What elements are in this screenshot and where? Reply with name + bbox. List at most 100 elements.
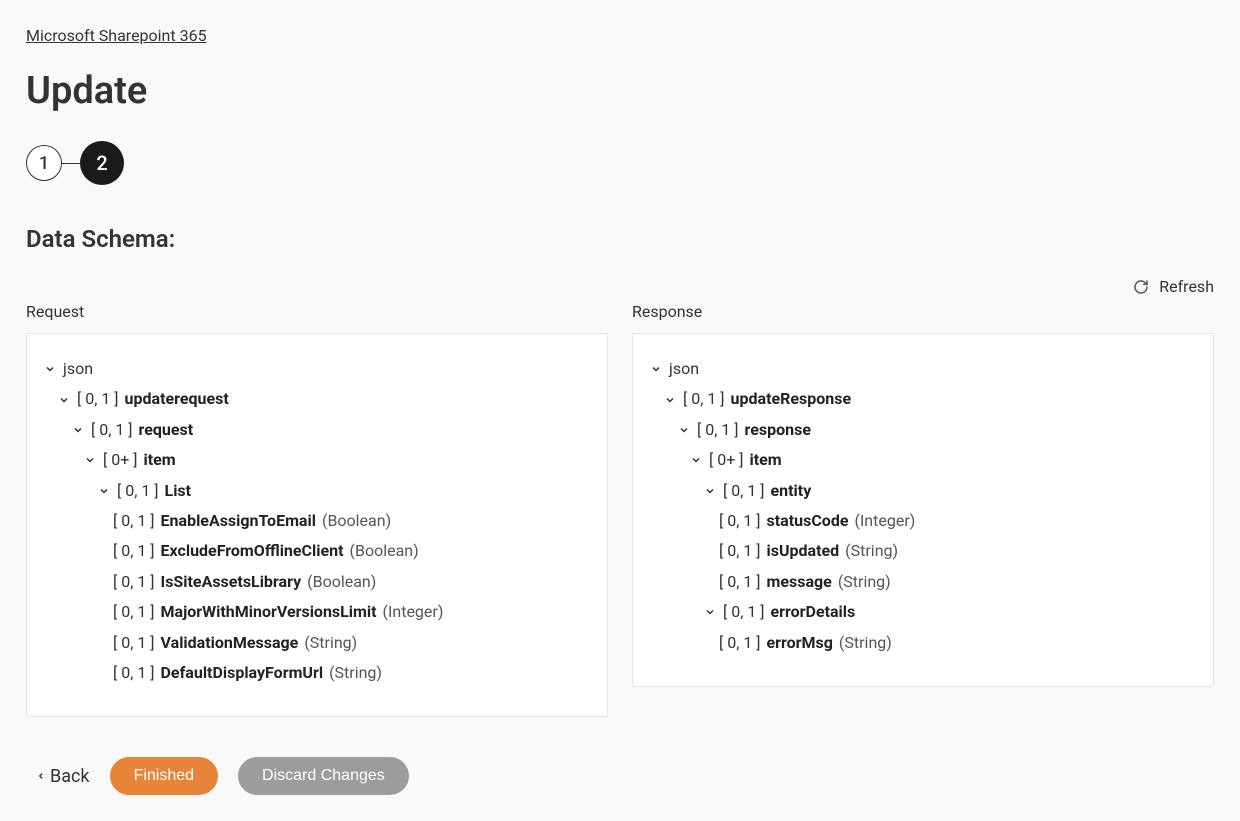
- response-panel: json [ 0, 1 ] updateResponse [ 0, 1 ] re…: [632, 333, 1214, 687]
- chevron-down-icon: [43, 362, 57, 376]
- tree-node-label: entity: [771, 476, 812, 506]
- tree-node-type: (String): [838, 567, 891, 597]
- tree-node-label: errorMsg: [767, 628, 833, 658]
- tree-node-cardinality: [ 0, 1 ]: [719, 628, 761, 658]
- tree-node-label: MajorWithMinorVersionsLimit: [161, 597, 377, 627]
- request-column: Request json [ 0, 1 ] updaterequest [: [26, 302, 608, 717]
- response-column-title: Response: [632, 302, 1214, 321]
- chevron-down-icon: [71, 423, 85, 437]
- tree-node-label: updaterequest: [125, 384, 229, 414]
- breadcrumb-link[interactable]: Microsoft Sharepoint 365: [26, 26, 207, 45]
- chevron-down-icon: [83, 453, 97, 467]
- section-title: Data Schema:: [26, 225, 1214, 253]
- tree-node-errordetails[interactable]: [ 0, 1 ] errorDetails: [649, 597, 1197, 627]
- tree-node-label: IsSiteAssetsLibrary: [161, 567, 302, 597]
- tree-node-json[interactable]: json: [649, 354, 1197, 384]
- tree-leaf[interactable]: [ 0, 1 ] ExcludeFromOfflineClient (Boole…: [43, 536, 591, 566]
- chevron-down-icon: [663, 393, 677, 407]
- chevron-left-icon: [36, 769, 46, 783]
- refresh-icon: [1133, 279, 1149, 295]
- tree-node-label: List: [165, 476, 192, 506]
- chevron-down-icon: [703, 605, 717, 619]
- tree-node-type: (String): [329, 658, 382, 688]
- tree-node-response[interactable]: [ 0, 1 ] response: [649, 415, 1197, 445]
- tree-node-type: (Boolean): [307, 567, 376, 597]
- tree-node-type: (String): [839, 628, 892, 658]
- tree-node-type: (String): [845, 536, 898, 566]
- tree-node-label: EnableAssignToEmail: [161, 506, 316, 536]
- back-label: Back: [50, 766, 90, 787]
- refresh-label: Refresh: [1159, 277, 1214, 296]
- tree-node-cardinality: [ 0, 1 ]: [113, 658, 155, 688]
- tree-node-label: DefaultDisplayFormUrl: [161, 658, 324, 688]
- tree-node-label: request: [139, 415, 194, 445]
- refresh-button[interactable]: Refresh: [26, 277, 1214, 296]
- tree-leaf[interactable]: [ 0, 1 ] statusCode (Integer): [649, 506, 1197, 536]
- tree-leaf[interactable]: [ 0, 1 ] MajorWithMinorVersionsLimit (In…: [43, 597, 591, 627]
- tree-node-cardinality: [ 0, 1 ]: [117, 476, 159, 506]
- tree-node-entity[interactable]: [ 0, 1 ] entity: [649, 476, 1197, 506]
- tree-node-label: isUpdated: [767, 536, 840, 566]
- tree-node-label: json: [669, 354, 699, 384]
- tree-node-label: ExcludeFromOfflineClient: [161, 536, 344, 566]
- tree-node-cardinality: [ 0, 1 ]: [683, 384, 725, 414]
- tree-node-cardinality: [ 0, 1 ]: [113, 628, 155, 658]
- tree-node-cardinality: [ 0, 1 ]: [113, 506, 155, 536]
- tree-node-list[interactable]: [ 0, 1 ] List: [43, 476, 591, 506]
- tree-leaf[interactable]: [ 0, 1 ] EnableAssignToEmail (Boolean): [43, 506, 591, 536]
- step-connector: [62, 163, 80, 164]
- tree-node-request[interactable]: [ 0, 1 ] request: [43, 415, 591, 445]
- tree-node-label: errorDetails: [771, 597, 856, 627]
- tree-node-label: statusCode: [767, 506, 849, 536]
- tree-node-cardinality: [ 0, 1 ]: [719, 567, 761, 597]
- step-1[interactable]: 1: [26, 145, 62, 181]
- tree-node-type: (String): [304, 628, 357, 658]
- tree-node-cardinality: [ 0, 1 ]: [113, 597, 155, 627]
- tree-leaf[interactable]: [ 0, 1 ] errorMsg (String): [649, 628, 1197, 658]
- tree-node-label: response: [745, 415, 811, 445]
- tree-node-cardinality: [ 0, 1 ]: [719, 536, 761, 566]
- tree-node-cardinality: [ 0, 1 ]: [113, 567, 155, 597]
- tree-node-cardinality: [ 0+ ]: [709, 445, 744, 475]
- chevron-down-icon: [649, 362, 663, 376]
- request-panel: json [ 0, 1 ] updaterequest [ 0, 1 ] req…: [26, 333, 608, 717]
- chevron-down-icon: [677, 423, 691, 437]
- tree-node-type: (Boolean): [322, 506, 391, 536]
- tree-node-item[interactable]: [ 0+ ] item: [649, 445, 1197, 475]
- tree-node-updaterequest[interactable]: [ 0, 1 ] updaterequest: [43, 384, 591, 414]
- tree-node-updateresponse[interactable]: [ 0, 1 ] updateResponse: [649, 384, 1197, 414]
- tree-node-cardinality: [ 0, 1 ]: [723, 476, 765, 506]
- tree-leaf[interactable]: [ 0, 1 ] message (String): [649, 567, 1197, 597]
- tree-node-type: (Integer): [383, 597, 444, 627]
- tree-node-label: message: [767, 567, 832, 597]
- tree-node-cardinality: [ 0, 1 ]: [113, 536, 155, 566]
- tree-node-label: ValidationMessage: [161, 628, 299, 658]
- stepper: 1 2: [26, 141, 1214, 185]
- tree-leaf[interactable]: [ 0, 1 ] ValidationMessage (String): [43, 628, 591, 658]
- tree-node-type: (Integer): [854, 506, 915, 536]
- tree-node-cardinality: [ 0, 1 ]: [719, 506, 761, 536]
- tree-node-cardinality: [ 0, 1 ]: [91, 415, 133, 445]
- tree-node-json[interactable]: json: [43, 354, 591, 384]
- tree-node-label: item: [144, 445, 176, 475]
- tree-leaf[interactable]: [ 0, 1 ] DefaultDisplayFormUrl (String): [43, 658, 591, 688]
- tree-node-label: item: [750, 445, 782, 475]
- chevron-down-icon: [57, 393, 71, 407]
- tree-node-label: json: [63, 354, 93, 384]
- step-2[interactable]: 2: [80, 141, 124, 185]
- page-title: Update: [26, 69, 1214, 113]
- chevron-down-icon: [703, 484, 717, 498]
- chevron-down-icon: [689, 453, 703, 467]
- tree-leaf[interactable]: [ 0, 1 ] IsSiteAssetsLibrary (Boolean): [43, 567, 591, 597]
- back-button[interactable]: Back: [36, 766, 90, 787]
- tree-node-cardinality: [ 0+ ]: [103, 445, 138, 475]
- tree-node-cardinality: [ 0, 1 ]: [723, 597, 765, 627]
- tree-node-item[interactable]: [ 0+ ] item: [43, 445, 591, 475]
- chevron-down-icon: [97, 484, 111, 498]
- response-column: Response json [ 0, 1 ] updateResponse: [632, 302, 1214, 717]
- tree-node-cardinality: [ 0, 1 ]: [77, 384, 119, 414]
- finished-button[interactable]: Finished: [110, 757, 218, 795]
- discard-changes-button[interactable]: Discard Changes: [238, 757, 409, 795]
- tree-leaf[interactable]: [ 0, 1 ] isUpdated (String): [649, 536, 1197, 566]
- tree-node-type: (Boolean): [350, 536, 419, 566]
